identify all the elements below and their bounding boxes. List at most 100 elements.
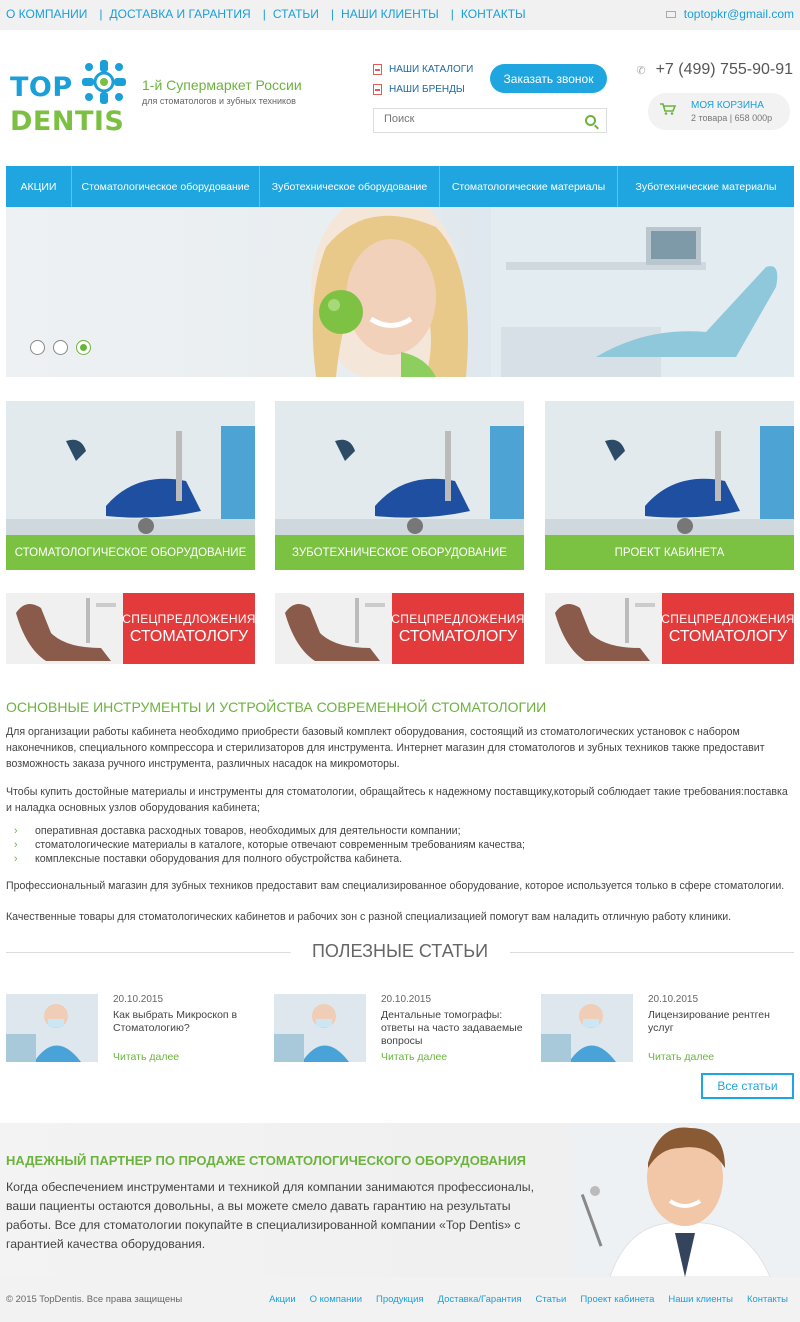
footer-link-contacts[interactable]: Контакты [747,1294,788,1305]
article-title[interactable]: Как выбрать Микроскоп в Стоматологию? [113,1009,263,1035]
article-date: 20.10.2015 [381,994,432,1005]
list-item: › стоматологические материалы в каталоге,… [14,838,525,852]
promo-banner[interactable]: СПЕЦПРЕДЛОЖЕНИЯ СТОМАТОЛОГУ [6,593,255,664]
content-heading: Основные инструменты и устройства соврем… [6,699,547,715]
footer-link-about[interactable]: О компании [310,1294,362,1305]
category-card[interactable]: Проект кабинета [545,401,794,570]
divider [510,952,794,953]
footer-link-products[interactable]: Продукция [376,1294,424,1305]
pdf-icon [373,84,382,95]
footer-link-sales[interactable]: Акции [269,1294,296,1305]
envelope-icon [665,10,676,18]
top-nav-delivery[interactable]: Доставка и гарантия [110,7,251,21]
list-item: › комплексные поставки оборудования для п… [14,852,525,866]
pdf-icon [373,64,382,75]
read-more-link[interactable]: Читать далее [381,1051,447,1063]
hero-slider[interactable] [6,207,794,377]
category-label: Стоматологическое оборудование [6,535,255,570]
footer-link-articles[interactable]: Статьи [536,1294,567,1305]
article-card[interactable]: 20.10.2015 Дентальные томографы: ответы … [274,994,534,1066]
main-nav-dental-equipment[interactable]: Стоматологическое оборудование [72,166,260,207]
content-paragraph: Для организации работы кабинета необходи… [6,726,765,770]
top-bar: О компании | Доставка и гарантия | Стать… [0,0,800,30]
email-link[interactable]: toptopkr@gmail.com [684,7,794,21]
promo-line-1: СПЕЦПРЕДЛОЖЕНИЯ [122,611,255,626]
footer-nav: Акции О компании Продукция Доставка/Гара… [255,1294,788,1305]
slider-dot-active[interactable] [76,340,91,355]
dental-chair-image [16,598,116,661]
article-title[interactable]: Дентальные томографы: ответы на часто за… [381,1009,531,1048]
article-date: 20.10.2015 [648,994,699,1005]
list-item-text: оперативная доставка расходных товаров, … [35,825,461,837]
list-item-text: стоматологические материалы в каталоге, … [35,839,525,851]
read-more-link[interactable]: Читать далее [113,1051,179,1063]
category-card[interactable]: Зуботехническое оборудование [275,401,524,570]
slider-dots [30,340,99,355]
cart-icon [660,103,676,115]
cart-title: Моя корзина [691,100,764,111]
top-email[interactable]: toptopkr@gmail.com [665,7,794,21]
dental-chair-image [285,598,385,661]
slider-dot[interactable] [30,340,45,355]
category-card[interactable]: Стоматологическое оборудование [6,401,255,570]
slogan-title: 1-й Супермаркет России [142,77,302,93]
all-articles-button[interactable]: Все статьи [701,1073,794,1099]
chevron-right-icon: › [14,825,18,837]
logo-text-top: TOP [10,72,73,103]
footer-link-clients[interactable]: Наши клиенты [668,1294,733,1305]
list-item-text: комплексные поставки оборудования для по… [35,853,403,865]
cart-summary: 2 товара | 658 000р [691,113,773,123]
category-image [6,401,255,535]
copyright: © 2015 TopDentis. Все права защищены [6,1294,183,1305]
footer-link-delivery[interactable]: Доставка/Гарантия [438,1294,522,1305]
main-nav-lab-equipment[interactable]: Зуботехническое оборудование [260,166,440,207]
logo-tooth-icon [82,60,126,104]
order-call-button[interactable]: Заказать звонок [490,64,607,93]
article-date: 20.10.2015 [113,994,164,1005]
catalogs-link[interactable]: Наши каталоги [373,64,473,75]
brands-link[interactable]: Наши бренды [373,84,465,95]
doctor-image [570,1123,800,1277]
promo-line-2: СТОМАТОЛОГУ [668,627,788,645]
read-more-link[interactable]: Читать далее [648,1051,714,1063]
divider: | [450,7,454,21]
top-nav-clients[interactable]: Наши клиенты [341,7,439,21]
category-image [545,401,794,535]
footer: © 2015 TopDentis. Все права защищены Акц… [0,1277,800,1322]
partner-text: Когда обеспечением инструментами и техни… [6,1180,535,1251]
promo-red-label: СПЕЦПРЕДЛОЖЕНИЯ СТОМАТОЛОГУ [391,593,524,664]
search-icon[interactable] [585,115,596,126]
promo-banner[interactable]: СПЕЦПРЕДЛОЖЕНИЯ СТОМАТОЛОГУ [275,593,524,664]
main-nav-sales[interactable]: АКЦИИ [6,166,72,207]
content-paragraph: Профессиональный магазин для зубных техн… [6,880,785,892]
logo-text-bottom: DENTIS [10,106,125,137]
category-image [275,401,524,535]
main-nav-dental-materials[interactable]: Стоматологические материалы [440,166,618,207]
promo-red-label: СПЕЦПРЕДЛОЖЕНИЯ СТОМАТОЛОГУ [661,593,794,664]
article-card[interactable]: 20.10.2015 Как выбрать Микроскоп в Стома… [6,994,266,1066]
logo[interactable]: TOP DENTIS [10,56,135,137]
promo-banner[interactable]: СПЕЦПРЕДЛОЖЕНИЯ СТОМАТОЛОГУ [545,593,794,664]
article-card[interactable]: 20.10.2015 Лицензирование рентген услуг … [541,994,800,1066]
chevron-right-icon: › [14,853,18,865]
phone[interactable]: ✆ +7 (499) 755-90-91 [636,61,793,79]
brands-label: Наши бренды [389,84,465,95]
slider-dot[interactable] [53,340,68,355]
top-nav-about[interactable]: О компании [6,7,87,21]
divider: | [262,7,266,21]
content-paragraph: Чтобы купить достойные материалы и инстр… [6,786,788,814]
chevron-right-icon: › [14,839,18,851]
search-input[interactable] [384,113,574,125]
article-title[interactable]: Лицензирование рентген услуг [648,1009,798,1035]
phone-number: +7 (499) 755-90-91 [655,61,793,78]
footer-link-project[interactable]: Проект кабинета [580,1294,654,1305]
content-paragraph: Качественные товары для стоматологически… [6,911,732,923]
dental-chair-image [555,598,655,661]
top-nav-articles[interactable]: Статьи [273,7,319,21]
cart-widget[interactable]: Моя корзина 2 товара | 658 000р [648,93,790,130]
main-nav-lab-materials[interactable]: Зуботехнические материалы [618,166,794,207]
promo-line-1: СПЕЦПРЕДЛОЖЕНИЯ [661,611,794,626]
divider: | [330,7,335,21]
top-nav-contacts[interactable]: Контакты [461,7,526,21]
top-nav: О компании | Доставка и гарантия | Стать… [6,7,526,21]
